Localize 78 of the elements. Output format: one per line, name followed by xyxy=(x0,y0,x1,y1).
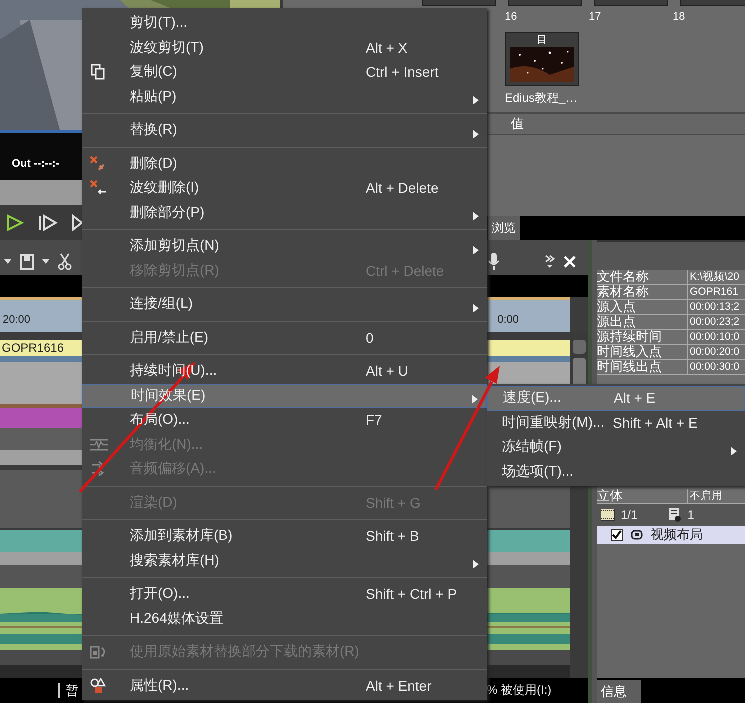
menu-item[interactable]: 打开(O)... Shift + Ctrl + P xyxy=(82,582,487,606)
menu-item[interactable]: 属性(R)... Alt + Enter xyxy=(82,674,487,698)
document-icon xyxy=(668,508,682,522)
thumbnail[interactable] xyxy=(680,0,745,6)
caret-icon[interactable] xyxy=(4,259,12,264)
column-header: 值 xyxy=(511,115,524,133)
thumbnail-title: 目 xyxy=(537,34,547,47)
property-value: 00:00:30:0 xyxy=(689,360,741,374)
tab[interactable]: 浏览 xyxy=(488,216,520,240)
menu-item[interactable]: H.264媒体设置 xyxy=(82,606,487,631)
replace-icon xyxy=(90,644,108,660)
save-icon[interactable] xyxy=(20,254,34,270)
clip-name: Edius教程_… xyxy=(505,90,579,107)
thumbnail[interactable]: 目 xyxy=(505,32,579,86)
step-forward-icon[interactable] xyxy=(38,214,58,232)
checkbox[interactable] xyxy=(611,529,623,541)
properties-icon xyxy=(90,678,108,694)
menu-item[interactable]: 连接/组(L) xyxy=(82,292,487,316)
more-icon[interactable] xyxy=(544,254,556,268)
menu-item[interactable]: 粘贴(P) xyxy=(82,84,487,109)
property-value: 00:00:23;2 xyxy=(689,315,741,329)
menu-item[interactable]: 速度(E)... Alt + E xyxy=(487,386,745,410)
layout-label: 视频布局 xyxy=(651,526,703,544)
property-name: 立体 xyxy=(597,489,688,503)
thumbnail[interactable] xyxy=(594,0,668,6)
property-value: 00:00:10;0 xyxy=(689,330,741,344)
menu-item[interactable]: 添加到素材库(B) Shift + B xyxy=(82,524,487,548)
thumbnail[interactable] xyxy=(422,0,496,6)
menu-item[interactable]: 布局(O)... F7 xyxy=(82,408,487,432)
property-name: 源入点 xyxy=(597,300,688,314)
thumbnail-label: 18 xyxy=(673,11,686,23)
layout-item[interactable]: 视频布局 xyxy=(597,526,745,544)
layer-count: 1 xyxy=(688,508,694,522)
layout-icon xyxy=(631,530,643,540)
copy-icon xyxy=(90,64,108,80)
menu-item[interactable]: 波纹剪切(T) Alt + X xyxy=(82,36,487,60)
scissors-icon[interactable] xyxy=(58,252,72,270)
timecode: Out --:--:- xyxy=(12,158,60,170)
microphone-icon[interactable] xyxy=(488,252,500,270)
property-name: 源出点 xyxy=(597,315,688,329)
menu-item[interactable]: 删除部分(P) xyxy=(82,200,487,225)
tab[interactable]: 信息 xyxy=(597,680,641,703)
property-name: 源持续时间 xyxy=(597,330,688,344)
clip-count: 1/1 xyxy=(621,508,638,522)
property-name: 素材名称 xyxy=(597,285,688,299)
thumbnail-label: 16 xyxy=(505,11,518,23)
property-name: 时间线入点 xyxy=(597,345,688,359)
property-value: K:\视频\20 xyxy=(689,270,740,284)
menu-item[interactable]: 启用/禁止(E) 0 xyxy=(82,326,487,350)
menu-item[interactable]: 波纹删除(I) Alt + Delete xyxy=(82,176,487,200)
status-text: 暂 xyxy=(58,682,79,698)
menu-item[interactable]: 时间重映射(M)... Shift + Alt + E xyxy=(487,410,745,435)
menu-item[interactable]: 冻结帧(F) xyxy=(487,435,745,460)
status-text: % 被使用(I:) xyxy=(487,682,552,699)
play-icon[interactable] xyxy=(72,214,82,232)
menu-item[interactable]: 删除(D) xyxy=(82,152,487,176)
menu-item[interactable]: 搜索素材库(H) xyxy=(82,548,487,573)
property-value: 00:00:20:0 xyxy=(689,345,741,359)
menu-item[interactable]: 替换(R) xyxy=(82,118,487,142)
waveform-icon xyxy=(90,436,108,453)
thumbnail-label: 17 xyxy=(589,11,602,23)
film-icon xyxy=(601,509,615,521)
close-icon[interactable] xyxy=(564,256,576,268)
caret-icon[interactable] xyxy=(42,259,50,264)
ruler-label: 20:00 xyxy=(3,314,31,326)
menu-item[interactable]: 场选项(T)... xyxy=(487,460,745,484)
ripple-delete-icon xyxy=(90,180,108,196)
property-value: 不启用 xyxy=(689,489,724,503)
thumbnail[interactable] xyxy=(508,0,582,6)
menu-item[interactable]: 添加剪切点(N) xyxy=(82,234,487,258)
menu-item[interactable]: 剪切(T)... xyxy=(82,11,487,36)
property-value: 00:00:13;2 xyxy=(689,300,741,314)
property-value: GOPR161 xyxy=(689,285,740,299)
property-name: 文件名称 xyxy=(597,270,688,284)
play-icon[interactable] xyxy=(6,214,24,232)
property-name: 时间线出点 xyxy=(597,360,688,374)
menu-item[interactable]: 复制(C) Ctrl + Insert xyxy=(82,60,487,84)
ruler-label: 0:00 xyxy=(498,314,519,326)
